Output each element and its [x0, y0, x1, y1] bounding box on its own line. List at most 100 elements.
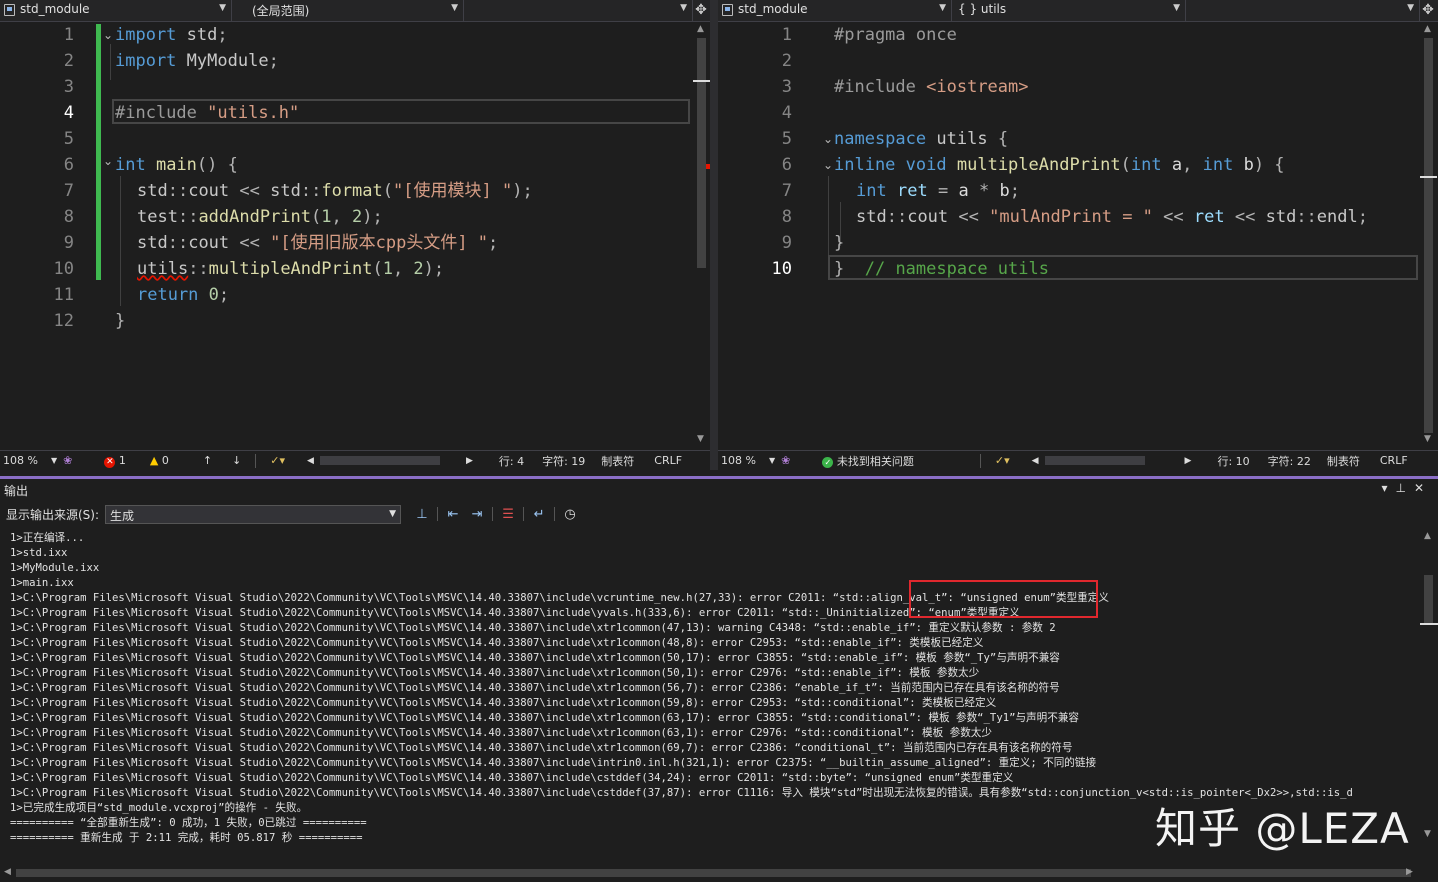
code-line: #pragma once — [834, 25, 957, 45]
split-plus-icon[interactable]: ✥ — [1420, 0, 1436, 21]
left-horizontal-scroll-thumb[interactable] — [319, 456, 440, 465]
fold-toggle-icon[interactable]: ⌄ — [103, 154, 113, 168]
scroll-down-icon[interactable]: ▼ — [697, 434, 704, 444]
editor-splitter[interactable] — [710, 0, 718, 470]
line-ending[interactable]: CRLF — [654, 454, 682, 467]
output-line: 1>C:\Program Files\Microsoft Visual Stud… — [10, 607, 1020, 619]
cursor-line[interactable]: 行: 4 — [499, 453, 524, 469]
scroll-right-icon[interactable]: ▶ — [1406, 867, 1413, 877]
chevron-down-icon[interactable]: ▼ — [769, 456, 775, 465]
cursor-column[interactable]: 字符: 22 — [1268, 453, 1311, 469]
cursor-line[interactable]: 行: 10 — [1217, 453, 1249, 469]
clock-icon[interactable]: ◷ — [561, 505, 579, 523]
previous-message-icon[interactable]: ⇤ — [444, 505, 462, 523]
fold-toggle-icon[interactable]: ⌄ — [103, 28, 113, 42]
scroll-position-marker — [1420, 623, 1438, 625]
word-wrap-icon[interactable]: ↵ — [530, 505, 548, 523]
scroll-up-icon[interactable]: ▲ — [697, 24, 704, 34]
left-status-bar: 108 % ▼ ❀ ✕ 1 ▲ 0 ↑ ↓ ✓▾ ◀ ▶ 行: 4 字符: 19… — [0, 450, 710, 470]
copilot-icon[interactable]: ❀ — [781, 454, 790, 467]
scroll-thumb[interactable] — [697, 38, 706, 268]
line-number: 5 — [63, 129, 74, 149]
chevron-down-icon: ▼ — [1407, 3, 1414, 13]
zoom-level[interactable]: 108 % — [721, 454, 767, 467]
line-ending[interactable]: CRLF — [1380, 454, 1408, 467]
scroll-up-icon[interactable]: ▲ — [1424, 531, 1431, 541]
indent-mode[interactable]: 制表符 — [1327, 453, 1360, 469]
left-code-area[interactable]: import std; import MyModule; #include "u… — [112, 22, 690, 450]
line-number: 2 — [781, 51, 792, 71]
split-plus-icon[interactable]: ✥ — [693, 0, 709, 21]
issues-status[interactable]: ✓ 未找到相关问题 — [822, 453, 914, 469]
line-number: 9 — [63, 233, 74, 253]
file-icon — [4, 4, 15, 16]
cursor-column[interactable]: 字符: 19 — [542, 453, 585, 469]
output-vertical-scrollbar[interactable]: ▲ ▼ — [1420, 531, 1438, 841]
right-status-bar: 108 % ▼ ❀ ✓ 未找到相关问题 ✓▾ ◀ ▶ 行: 10 字符: 22 … — [718, 450, 1438, 470]
scroll-right-icon[interactable]: ▶ — [1185, 456, 1192, 466]
divider — [437, 507, 439, 521]
code-line: std::cout << "[使用旧版本cpp头文件] "; — [137, 233, 499, 253]
output-line: 1>C:\Program Files\Microsoft Visual Stud… — [10, 682, 1060, 694]
zoom-level[interactable]: 108 % — [3, 454, 49, 467]
fold-toggle-icon[interactable]: ⌄ — [823, 158, 833, 172]
output-title: 输出 — [4, 484, 29, 498]
right-scope-dropdown[interactable]: { } utils ▼ — [952, 0, 1186, 21]
output-horizontal-scrollbar[interactable]: ◀ ▶ — [0, 864, 1420, 882]
right-vertical-scrollbar[interactable]: ▲ ▼ — [1420, 22, 1437, 450]
line-number: 12 — [53, 311, 74, 331]
clear-all-icon[interactable]: ☰ — [499, 505, 517, 523]
code-cleanup-icon[interactable]: ✓▾ — [270, 454, 285, 467]
divider — [979, 453, 981, 468]
fold-toggle-icon[interactable]: ⌄ — [823, 132, 833, 146]
close-icon[interactable]: ✕ — [1414, 481, 1432, 495]
code-line: } // namespace utils — [834, 259, 1049, 279]
arrow-down-icon[interactable]: ↓ — [232, 454, 241, 467]
code-line: inline void multipleAndPrint(int a, int … — [834, 155, 1285, 175]
output-line: 1>C:\Program Files\Microsoft Visual Stud… — [10, 652, 1060, 664]
line-number: 10 — [53, 259, 74, 279]
right-member-dropdown[interactable]: ▼ — [1186, 0, 1420, 21]
output-source-select[interactable]: 生成 ▼ — [105, 504, 402, 524]
line-number: 7 — [781, 181, 792, 201]
find-message-icon[interactable]: ⊥ — [413, 505, 431, 523]
right-horizontal-scroll-thumb[interactable] — [1044, 456, 1145, 465]
scroll-thumb[interactable] — [1424, 38, 1433, 433]
error-count[interactable]: ✕ 1 — [104, 454, 126, 468]
chevron-down-icon[interactable]: ▼ — [51, 456, 57, 465]
right-editor-pane: std_module ▼ { } utils ▼ ▼ ✥ 1 2 3 4 5 6… — [718, 0, 1438, 470]
scroll-up-icon[interactable]: ▲ — [1424, 24, 1431, 34]
scroll-thumb[interactable] — [16, 869, 1411, 877]
scroll-left-icon[interactable]: ◀ — [307, 456, 314, 466]
code-cleanup-icon[interactable]: ✓▾ — [995, 454, 1010, 467]
dropdown-icon[interactable]: ▾ — [1381, 481, 1395, 495]
arrow-up-icon[interactable]: ↑ — [203, 454, 212, 467]
left-project-dropdown[interactable]: std_module ▼ — [0, 0, 232, 21]
scroll-down-icon[interactable]: ▼ — [1424, 829, 1431, 839]
divider — [523, 507, 525, 521]
left-scope-dropdown[interactable]: (全局范围) ▼ — [232, 0, 464, 21]
left-vertical-scrollbar[interactable]: ▲ ▼ — [693, 22, 710, 450]
warning-count[interactable]: ▲ 0 — [150, 454, 169, 467]
error-icon: ✕ — [104, 456, 116, 468]
copilot-icon[interactable]: ❀ — [63, 454, 72, 467]
next-message-icon[interactable]: ⇥ — [468, 505, 486, 523]
warning-icon: ▲ — [149, 454, 159, 467]
right-code-area[interactable]: #pragma once #include <iostream> namespa… — [828, 22, 1419, 450]
left-line-numbers: 1 2 3 4 5 6 7 8 9 10 11 12 — [0, 22, 100, 450]
scroll-thumb[interactable] — [1424, 575, 1433, 625]
scroll-left-icon[interactable]: ◀ — [4, 867, 11, 877]
right-project-dropdown[interactable]: std_module ▼ — [718, 0, 952, 21]
indent-mode[interactable]: 制表符 — [601, 453, 634, 469]
line-number: 3 — [63, 77, 74, 97]
output-line: 1>C:\Program Files\Microsoft Visual Stud… — [10, 637, 984, 649]
line-number: 6 — [63, 155, 74, 175]
pin-icon[interactable]: ⊥ — [1395, 481, 1413, 495]
scroll-left-icon[interactable]: ◀ — [1032, 456, 1039, 466]
code-line: #include "utils.h" — [115, 103, 300, 123]
scroll-down-icon[interactable]: ▼ — [1424, 434, 1431, 444]
line-number: 11 — [53, 285, 74, 305]
file-icon — [722, 4, 733, 16]
left-member-dropdown[interactable]: ▼ — [464, 0, 693, 21]
scroll-right-icon[interactable]: ▶ — [466, 456, 473, 466]
